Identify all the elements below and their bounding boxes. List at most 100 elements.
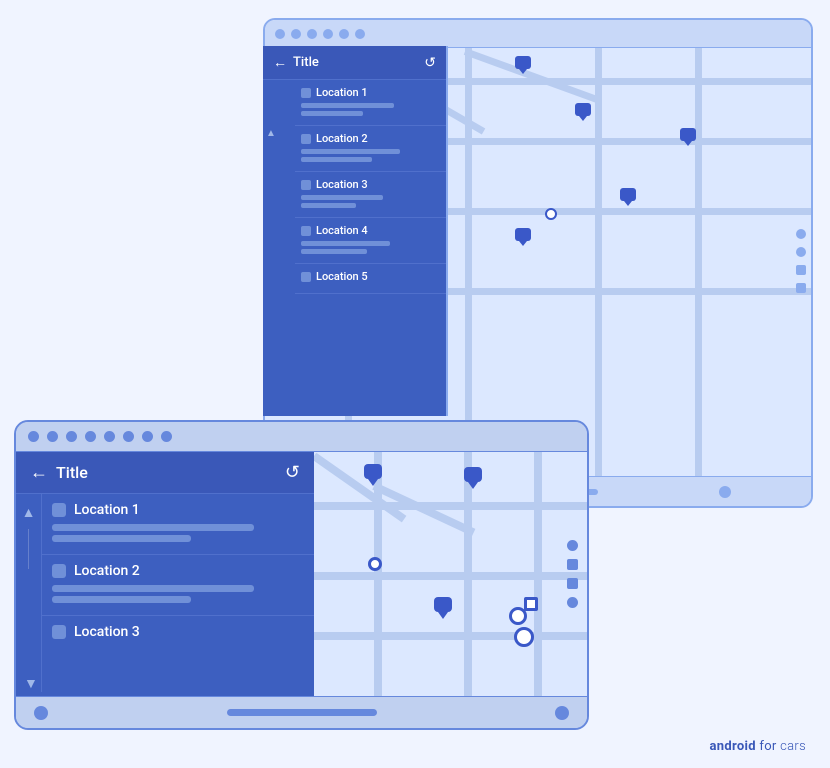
rs-dot — [567, 540, 578, 551]
road-diag — [314, 453, 406, 523]
fmap-pin — [464, 467, 482, 489]
back-refresh-icon[interactable]: ↺ — [424, 55, 436, 71]
front-dot-8 — [161, 431, 172, 442]
map-pin — [680, 128, 696, 146]
back-loc-name-4: Location 4 — [316, 224, 368, 237]
front-loc-bar-long-1 — [52, 524, 254, 531]
fmap-pin — [434, 597, 452, 619]
front-left-col: ▲ — [16, 494, 42, 692]
road — [595, 48, 602, 476]
back-panel-title-group: ← Title — [273, 54, 319, 71]
rb-dot — [796, 229, 806, 239]
front-loc-icon-2 — [52, 564, 66, 578]
loc-icon — [301, 134, 311, 144]
back-arrow-icon[interactable]: ← — [273, 54, 287, 71]
front-bottombar — [16, 696, 587, 728]
road — [314, 502, 587, 510]
chevron-down-icon: ▼ — [24, 675, 38, 692]
front-panel-title: Title — [56, 463, 88, 482]
back-right-sidebar — [791, 76, 811, 446]
fmap-square — [524, 597, 538, 611]
branding: android for cars — [710, 739, 806, 754]
loc-icon — [301, 180, 311, 190]
front-loc-name-1: Location 1 — [74, 502, 140, 518]
back-loc-item-4[interactable]: Location 4 — [295, 218, 446, 264]
front-refresh-icon[interactable]: ↺ — [285, 462, 300, 483]
front-dot-6 — [123, 431, 134, 442]
branding-connector: for — [756, 739, 780, 754]
back-loc-bar2 — [301, 249, 367, 254]
back-loc-bar2 — [301, 157, 372, 162]
front-items-col: Location 1 Location 2 — [42, 494, 314, 692]
back-items-list: Location 1 Location 2 Location 3 — [295, 80, 446, 370]
back-loc-item-3[interactable]: Location 3 — [295, 172, 446, 218]
front-sidebar-panel: ← Title ↺ ▲ Location 1 — [16, 452, 314, 696]
rs-square — [567, 578, 578, 589]
branding-thin: cars — [780, 739, 806, 754]
front-dot-7 — [142, 431, 153, 442]
back-dot-4 — [323, 29, 333, 39]
chevron-up-icon: ▲ — [22, 504, 36, 521]
front-loc-item-2[interactable]: Location 2 — [42, 555, 314, 616]
back-dot-3 — [307, 29, 317, 39]
front-loc-bar-short-2 — [52, 596, 191, 603]
back-loc-bar1 — [301, 149, 400, 154]
front-loc-bar-long-2 — [52, 585, 254, 592]
chevron-up-icon: ▲ — [266, 128, 276, 139]
back-dot-1 — [275, 29, 285, 39]
front-loc-name-3: Location 3 — [74, 624, 140, 640]
front-loc-icon-1 — [52, 503, 66, 517]
rb-dot — [796, 247, 806, 257]
back-panel-title: Title — [293, 55, 319, 70]
map-pin — [575, 103, 591, 121]
back-loc-item-1[interactable]: Location 1 — [295, 80, 446, 126]
front-list-area: ▲ Location 1 Location 2 — [16, 494, 314, 692]
back-dot-6 — [355, 29, 365, 39]
front-loc-bar-short-1 — [52, 535, 191, 542]
front-dot-3 — [66, 431, 77, 442]
rb-square — [796, 265, 806, 275]
front-loc-item-1[interactable]: Location 1 — [42, 494, 314, 555]
back-loc-name-2: Location 2 — [316, 132, 368, 145]
road — [465, 48, 472, 476]
fmap-circle-large — [514, 627, 534, 647]
front-loc-item-3[interactable]: Location 3 — [42, 616, 314, 654]
front-panel-header: ← Title ↺ — [16, 452, 314, 494]
back-sidebar-panel: ← Title ↺ ▲ Location 1 Location 2 — [263, 46, 448, 416]
branding-bold: android — [710, 739, 756, 754]
back-dot-2 — [291, 29, 301, 39]
divider-line — [28, 529, 29, 569]
back-loc-bar2 — [301, 203, 356, 208]
fmap-circle — [368, 557, 382, 571]
back-loc-name-3: Location 3 — [316, 178, 368, 191]
map-circle — [545, 208, 557, 220]
map-pin — [515, 56, 531, 74]
front-bb-pill — [227, 709, 377, 716]
loc-icon — [301, 88, 311, 98]
front-map — [314, 452, 587, 696]
front-titlebar — [16, 422, 587, 452]
front-loc-name-2: Location 2 — [74, 563, 140, 579]
front-window: ← Title ↺ ▲ Location 1 — [14, 420, 589, 730]
back-loc-bar2 — [301, 111, 363, 116]
back-loc-item-2[interactable]: Location 2 — [295, 126, 446, 172]
back-loc-name-5: Location 5 — [316, 270, 368, 283]
loc-icon — [301, 272, 311, 282]
rs-square — [567, 559, 578, 570]
front-bb-dot — [34, 706, 48, 720]
back-loc-bar1 — [301, 103, 394, 108]
front-arrow-icon[interactable]: ← — [30, 462, 48, 483]
back-loc-bar1 — [301, 195, 383, 200]
map-pin — [620, 188, 636, 206]
back-dot-5 — [339, 29, 349, 39]
road — [314, 572, 587, 580]
map-pin — [515, 228, 531, 246]
front-panel-title-group: ← Title — [30, 462, 88, 483]
front-dot-1 — [28, 431, 39, 442]
fmap-pin — [364, 464, 382, 486]
bb-dot — [719, 486, 731, 498]
front-bb-dot — [555, 706, 569, 720]
back-loc-item-5[interactable]: Location 5 — [295, 264, 446, 294]
back-panel-chevron-col: ▲ — [263, 120, 279, 416]
back-loc-name-1: Location 1 — [316, 86, 368, 99]
